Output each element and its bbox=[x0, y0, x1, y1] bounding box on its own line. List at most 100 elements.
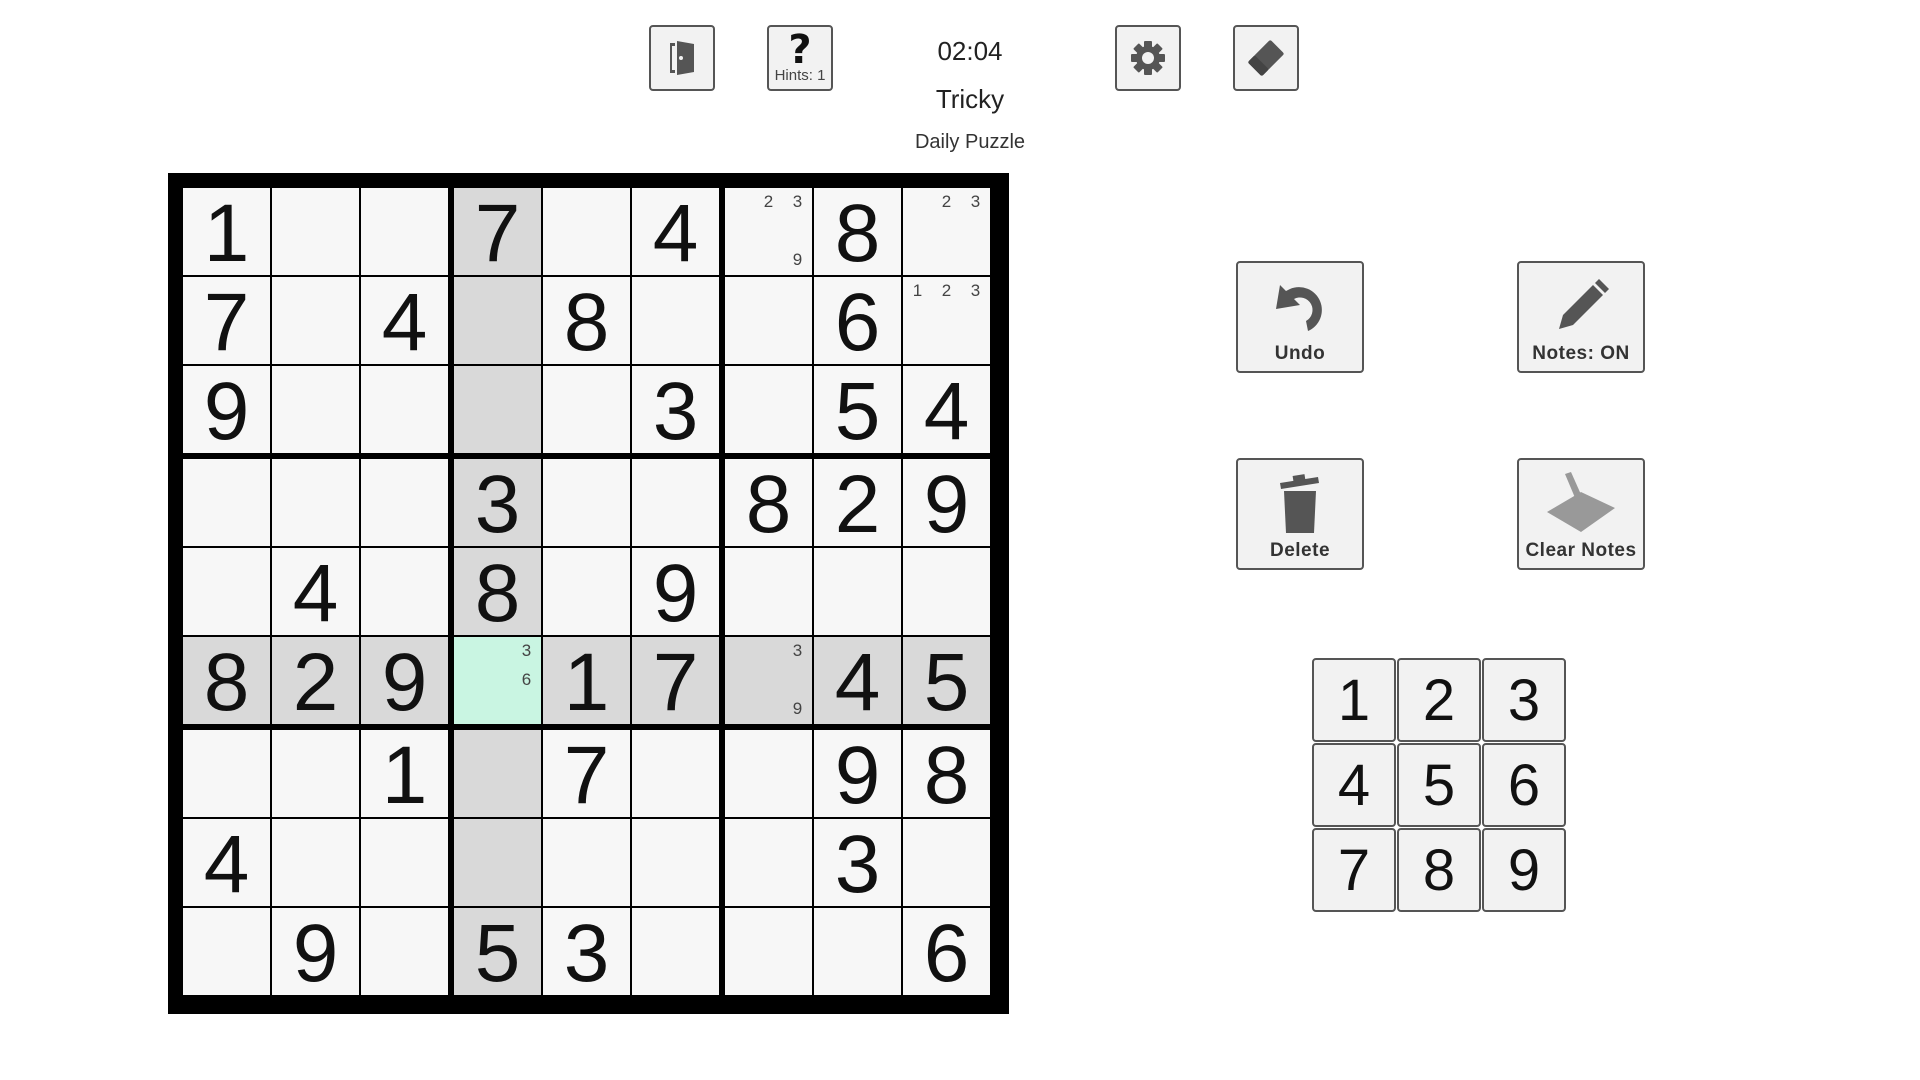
board-cell[interactable]: 8 bbox=[903, 730, 990, 821]
board-cell[interactable] bbox=[183, 548, 270, 635]
board-cell[interactable]: 4 bbox=[903, 366, 990, 457]
board-cell[interactable]: 23 bbox=[903, 188, 990, 275]
board-cell[interactable] bbox=[725, 730, 812, 817]
board-cell[interactable] bbox=[361, 908, 448, 995]
cell-value: 4 bbox=[834, 636, 881, 728]
board-cell[interactable]: 5 bbox=[454, 908, 541, 999]
undo-button[interactable]: Undo bbox=[1236, 261, 1364, 373]
board-cell[interactable] bbox=[183, 459, 270, 546]
board-cell[interactable] bbox=[183, 730, 270, 817]
board-cell[interactable] bbox=[725, 277, 812, 364]
board-cell[interactable]: 6 bbox=[814, 277, 901, 368]
board-cell[interactable]: 4 bbox=[272, 548, 359, 639]
board-cell[interactable]: 7 bbox=[454, 188, 541, 279]
number-key-3[interactable]: 3 bbox=[1482, 658, 1566, 742]
board-cell[interactable] bbox=[272, 730, 359, 817]
board-cell[interactable]: 7 bbox=[632, 637, 719, 728]
board-cell[interactable] bbox=[454, 277, 541, 364]
board-cell[interactable]: 23 9 bbox=[725, 188, 812, 275]
board-cell[interactable]: 123 bbox=[903, 277, 990, 364]
board-cell[interactable]: 8 bbox=[183, 637, 270, 728]
board-cell[interactable] bbox=[183, 908, 270, 995]
board-cell[interactable] bbox=[361, 366, 448, 453]
board-cell[interactable]: 8 bbox=[725, 459, 812, 550]
board-cell[interactable]: 9 bbox=[632, 548, 719, 639]
board-cell[interactable]: 3 bbox=[454, 459, 541, 550]
board-cell[interactable] bbox=[543, 459, 630, 546]
number-key-9[interactable]: 9 bbox=[1482, 828, 1566, 912]
hint-button[interactable]: ? Hints: 1 bbox=[767, 25, 833, 91]
board-cell[interactable]: 3 bbox=[632, 366, 719, 457]
board-cell[interactable] bbox=[361, 459, 448, 546]
board-cell[interactable]: 3 bbox=[543, 908, 630, 999]
number-key-1[interactable]: 1 bbox=[1312, 658, 1396, 742]
board-cell[interactable] bbox=[903, 819, 990, 906]
board-cell[interactable] bbox=[632, 459, 719, 546]
number-key-2[interactable]: 2 bbox=[1397, 658, 1481, 742]
number-key-7[interactable]: 7 bbox=[1312, 828, 1396, 912]
board-cell[interactable]: 8 bbox=[543, 277, 630, 368]
board-cell[interactable]: 2 bbox=[272, 637, 359, 728]
board-cell[interactable] bbox=[725, 819, 812, 906]
board-cell[interactable] bbox=[272, 188, 359, 275]
board-cell[interactable]: 4 bbox=[361, 277, 448, 368]
clear-notes-button[interactable]: Clear Notes bbox=[1517, 458, 1645, 570]
board-cell[interactable]: 5 bbox=[903, 637, 990, 728]
cell-note: 3 bbox=[792, 641, 803, 661]
board-cell[interactable]: 8 bbox=[814, 188, 901, 279]
board-cell[interactable]: 5 bbox=[814, 366, 901, 457]
board-cell[interactable] bbox=[725, 548, 812, 635]
board-cell[interactable]: 9 bbox=[361, 637, 448, 728]
board-cell[interactable] bbox=[543, 366, 630, 453]
number-key-5[interactable]: 5 bbox=[1397, 743, 1481, 827]
eraser-button[interactable] bbox=[1233, 25, 1299, 91]
board-cell[interactable] bbox=[725, 908, 812, 995]
board-cell[interactable] bbox=[454, 819, 541, 906]
board-cell[interactable] bbox=[632, 819, 719, 906]
delete-button[interactable]: Delete bbox=[1236, 458, 1364, 570]
board-cell[interactable]: 9 bbox=[183, 366, 270, 457]
board-cell[interactable] bbox=[632, 730, 719, 817]
board-cell[interactable]: 36 bbox=[454, 637, 541, 724]
board-cell[interactable] bbox=[814, 548, 901, 635]
board-cell[interactable] bbox=[454, 730, 541, 817]
settings-button[interactable] bbox=[1115, 25, 1181, 91]
board-cell[interactable] bbox=[361, 188, 448, 275]
board-cell[interactable]: 1 bbox=[543, 637, 630, 728]
exit-button[interactable] bbox=[649, 25, 715, 91]
board-cell[interactable] bbox=[272, 459, 359, 546]
board-cell[interactable] bbox=[632, 277, 719, 364]
board-cell[interactable]: 9 bbox=[814, 730, 901, 821]
board-cell[interactable] bbox=[543, 548, 630, 635]
number-key-8[interactable]: 8 bbox=[1397, 828, 1481, 912]
board-cell[interactable]: 39 bbox=[725, 637, 812, 724]
board-cell[interactable] bbox=[543, 819, 630, 906]
board-cell[interactable] bbox=[632, 908, 719, 995]
board-cell[interactable]: 6 bbox=[903, 908, 990, 999]
board-cell[interactable] bbox=[454, 366, 541, 453]
board-cell[interactable] bbox=[272, 819, 359, 906]
board-cell[interactable] bbox=[814, 908, 901, 995]
number-key-4[interactable]: 4 bbox=[1312, 743, 1396, 827]
board-cell[interactable]: 9 bbox=[903, 459, 990, 550]
board-cell[interactable] bbox=[272, 277, 359, 364]
board-cell[interactable]: 9 bbox=[272, 908, 359, 999]
notes-toggle-button[interactable]: Notes: ON bbox=[1517, 261, 1645, 373]
board-cell[interactable]: 4 bbox=[632, 188, 719, 279]
board-cell[interactable]: 7 bbox=[543, 730, 630, 821]
board-cell[interactable] bbox=[725, 366, 812, 453]
board-cell[interactable] bbox=[903, 548, 990, 635]
board-cell[interactable]: 1 bbox=[183, 188, 270, 279]
board-cell[interactable] bbox=[272, 366, 359, 453]
board-cell[interactable] bbox=[361, 819, 448, 906]
board-cell[interactable]: 7 bbox=[183, 277, 270, 368]
board-cell[interactable]: 2 bbox=[814, 459, 901, 550]
board-cell[interactable]: 3 bbox=[814, 819, 901, 910]
board-cell[interactable]: 4 bbox=[814, 636, 901, 728]
board-cell[interactable] bbox=[543, 188, 630, 275]
board-cell[interactable]: 4 bbox=[183, 819, 270, 910]
number-key-6[interactable]: 6 bbox=[1482, 743, 1566, 827]
board-cell[interactable]: 8 bbox=[454, 548, 541, 639]
board-cell[interactable]: 1 bbox=[361, 730, 448, 821]
board-cell[interactable] bbox=[361, 548, 448, 635]
